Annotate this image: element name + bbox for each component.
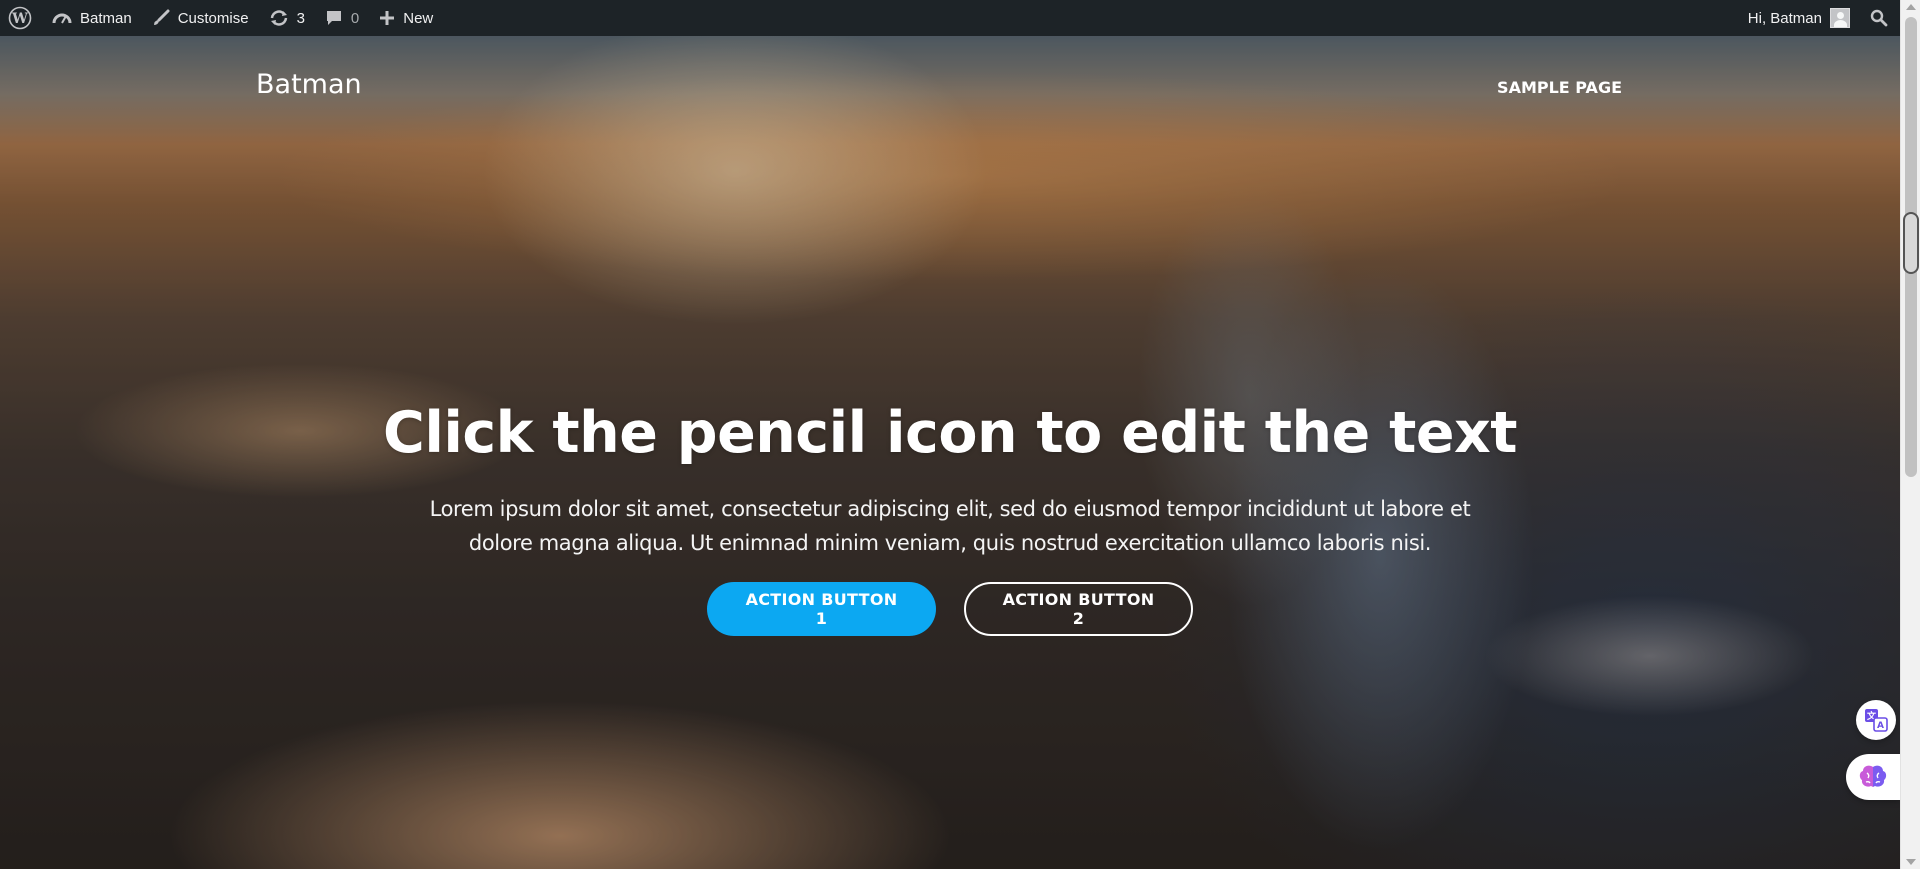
admin-bar: W Batman Customise 3 0 New Hi, Batman — [0, 0, 1900, 36]
new-content-button[interactable]: New — [369, 0, 443, 36]
action-button-2[interactable]: ACTION BUTTON 2 — [964, 582, 1193, 636]
updates-icon — [270, 10, 287, 26]
admin-bar-secondary: Hi, Batman — [1738, 0, 1900, 36]
wordpress-logo-button[interactable]: W — [0, 0, 42, 36]
site-name-menu[interactable]: Batman — [42, 0, 142, 36]
translate-widget-button[interactable]: 文 A — [1856, 700, 1896, 740]
hero-section: Batman SAMPLE PAGE Click the pencil icon… — [0, 36, 1900, 869]
search-button[interactable] — [1858, 0, 1900, 36]
comment-icon — [326, 11, 341, 25]
site-title[interactable]: Batman — [256, 69, 362, 100]
translate-icon: 文 A — [1865, 709, 1888, 732]
hero-heading: Click the pencil icon to edit the text — [382, 400, 1518, 466]
dashboard-icon — [52, 13, 72, 24]
scroll-down-arrow-icon[interactable] — [1906, 859, 1916, 865]
svg-text:W: W — [11, 11, 28, 27]
page-scrollbar[interactable] — [1900, 0, 1920, 869]
action-button-1[interactable]: ACTION BUTTON 1 — [707, 582, 936, 636]
updates-count: 3 — [296, 9, 305, 27]
hero-content: Click the pencil icon to edit the text L… — [0, 396, 1900, 636]
scroll-position-indicator — [1903, 212, 1919, 274]
brush-icon — [153, 9, 170, 25]
svg-text:A: A — [1877, 721, 1884, 731]
hero-text: Lorem ipsum dolor sit amet, consectetur … — [429, 497, 1471, 555]
plus-icon — [380, 11, 395, 25]
hero-buttons: ACTION BUTTON 1 ACTION BUTTON 2 — [0, 582, 1900, 636]
updates-button[interactable]: 3 — [259, 0, 315, 36]
site-name-label: Batman — [80, 9, 132, 27]
scroll-up-arrow-icon[interactable] — [1906, 4, 1916, 10]
comments-button[interactable]: 0 — [315, 0, 369, 36]
avatar — [1830, 8, 1850, 28]
search-icon — [1870, 9, 1888, 27]
comments-count: 0 — [350, 9, 360, 27]
new-label: New — [403, 9, 434, 27]
my-account-menu[interactable]: Hi, Batman — [1738, 0, 1858, 36]
brain-icon — [1859, 765, 1887, 787]
ai-assistant-button[interactable] — [1846, 754, 1900, 800]
wordpress-icon: W — [8, 6, 32, 30]
customise-button[interactable]: Customise — [142, 0, 259, 36]
nav-item-sample-page[interactable]: SAMPLE PAGE — [1497, 78, 1622, 97]
greeting-label: Hi, Batman — [1747, 9, 1822, 27]
customise-label: Customise — [177, 9, 249, 27]
